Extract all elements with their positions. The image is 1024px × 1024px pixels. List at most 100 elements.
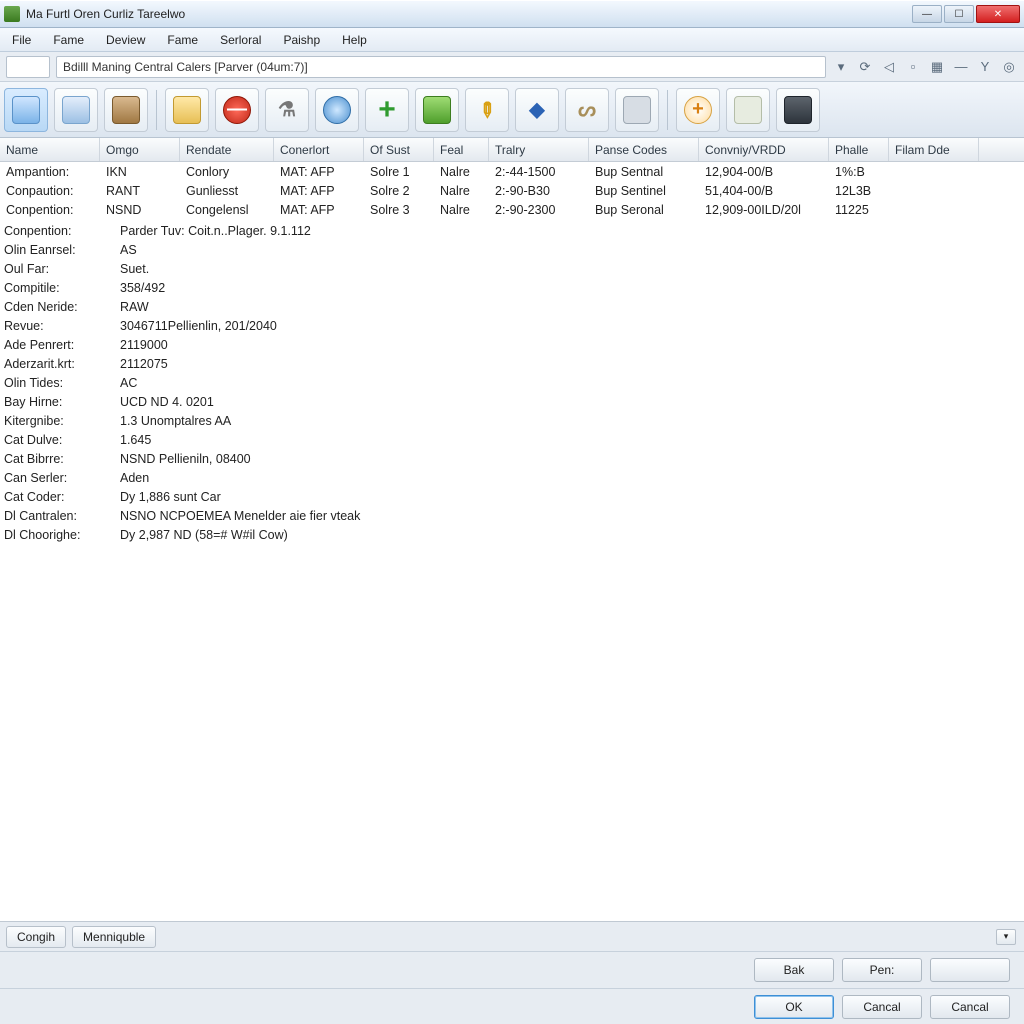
property-value: Suet. (110, 262, 149, 276)
cancal-button[interactable]: Cancal (842, 995, 922, 1019)
property-key: Cat Dulve: (0, 433, 110, 447)
tool-flask[interactable]: ⚗ (265, 88, 309, 132)
table-cell: MAT: AFP (274, 203, 364, 217)
property-row: Cat Bibrre:NSND Pellieniln, 08400 (0, 449, 1024, 468)
property-value: 358/492 (110, 281, 165, 295)
column-header[interactable]: Omgo (100, 138, 180, 161)
menu-fame[interactable]: Fame (157, 31, 208, 49)
filter-icon[interactable]: Y (976, 58, 994, 76)
close-button[interactable]: ✕ (976, 5, 1020, 23)
button-row-2: OK Cancal Cancal (0, 988, 1024, 1024)
property-value: 2112075 (110, 357, 168, 371)
column-header[interactable]: Conerlort (274, 138, 364, 161)
tool-addcircle[interactable]: + (676, 88, 720, 132)
column-header[interactable]: Name (0, 138, 100, 161)
table-cell: MAT: AFP (274, 165, 364, 179)
address-input[interactable] (56, 56, 826, 78)
grid-icon[interactable]: ▦ (928, 58, 946, 76)
line-icon[interactable]: — (952, 58, 970, 76)
column-header[interactable]: Phalle (829, 138, 889, 161)
table-cell: 51,404-00/B (699, 184, 829, 198)
address-bar: ▾ ⟳ ◁ ▫ ▦ — Y ◎ (0, 52, 1024, 82)
property-key: Dl Choorighe: (0, 528, 110, 542)
property-value: 3046711Pellienlin, 201/2040 (110, 319, 277, 333)
table-cell: Congelensl (180, 203, 274, 217)
table-cell: 2:-90-2300 (489, 203, 589, 217)
back-icon[interactable]: ◁ (880, 58, 898, 76)
table-row[interactable]: Ampantion:IKNConloryMAT: AFPSolre 1Nalre… (0, 162, 1024, 181)
property-row: Kitergnibe:1.3 Unomptalres AA (0, 411, 1024, 430)
menu-fame[interactable]: Fame (43, 31, 94, 49)
column-header[interactable]: Feal (434, 138, 489, 161)
column-header[interactable]: Filam Dde (889, 138, 979, 161)
tool-page[interactable] (726, 88, 770, 132)
table-cell: Bup Sentnal (589, 165, 699, 179)
column-header[interactable]: Tralry (489, 138, 589, 161)
table-cell: Conpention: (0, 203, 100, 217)
property-key: Oul Far: (0, 262, 110, 276)
property-key: Kitergnibe: (0, 414, 110, 428)
tool-pencil[interactable]: ✎ (465, 88, 509, 132)
property-key: Cden Neride: (0, 300, 110, 314)
content-area: NameOmgoRendateConerlortOf SustFealTralr… (0, 138, 1024, 922)
table-cell: 2:-90-B30 (489, 184, 589, 198)
property-value: AS (110, 243, 137, 257)
pen:-button[interactable]: Pen: (842, 958, 922, 982)
property-value: 2119000 (110, 338, 168, 352)
tool-pin[interactable]: ◆ (515, 88, 559, 132)
property-value: UCD ND 4. 0201 (110, 395, 214, 409)
bottom-tab[interactable]: Congih (6, 926, 66, 948)
property-row: Compitile:358/492 (0, 278, 1024, 297)
tool-doc[interactable] (4, 88, 48, 132)
menu-paishp[interactable]: Paishp (273, 31, 330, 49)
column-header[interactable]: Convniy/VRDD (699, 138, 829, 161)
tool-rect[interactable] (615, 88, 659, 132)
tool-globe[interactable] (315, 88, 359, 132)
disabled-button (930, 958, 1010, 982)
menu-file[interactable]: File (2, 31, 41, 49)
table-cell: 11225 (829, 203, 889, 217)
menu-help[interactable]: Help (332, 31, 377, 49)
ok-button[interactable]: OK (754, 995, 834, 1019)
property-key: Ade Penrert: (0, 338, 110, 352)
table-cell: NSND (100, 203, 180, 217)
table-cell: 12,904-00/B (699, 165, 829, 179)
table-cell: Nalre (434, 203, 489, 217)
tool-save[interactable] (776, 88, 820, 132)
grid-body: Ampantion:IKNConloryMAT: AFPSolre 1Nalre… (0, 162, 1024, 219)
table-row[interactable]: Conpention:NSNDCongelenslMAT: AFPSolre 3… (0, 200, 1024, 219)
tool-stop[interactable]: — (215, 88, 259, 132)
maximize-button[interactable]: ☐ (944, 5, 974, 23)
stop-icon[interactable]: ▫ (904, 58, 922, 76)
table-cell: Bup Sentinel (589, 184, 699, 198)
tool-lasso[interactable]: ᔕ (565, 88, 609, 132)
menu-serloral[interactable]: Serloral (210, 31, 271, 49)
tool-folder[interactable] (165, 88, 209, 132)
app-icon (4, 6, 20, 22)
expand-button[interactable]: ▾ (996, 929, 1016, 945)
tool-docalt[interactable] (54, 88, 98, 132)
property-row: Dl Cantralen:NSNO NCPOEMEA Menelder aie … (0, 506, 1024, 525)
column-header[interactable]: Panse Codes (589, 138, 699, 161)
column-header[interactable]: Rendate (180, 138, 274, 161)
tool-bag[interactable] (415, 88, 459, 132)
property-key: Conpention: (0, 224, 110, 238)
address-scheme-dropdown[interactable] (6, 56, 50, 78)
table-cell: Solre 1 (364, 165, 434, 179)
property-key: Cat Bibrre: (0, 452, 110, 466)
bak-button[interactable]: Bak (754, 958, 834, 982)
property-key: Olin Tides: (0, 376, 110, 390)
dropdown-icon[interactable]: ▾ (832, 58, 850, 76)
minimize-button[interactable]: — (912, 5, 942, 23)
cancal-button[interactable]: Cancal (930, 995, 1010, 1019)
bottom-tab[interactable]: Menniquble (72, 926, 156, 948)
menu-deview[interactable]: Deview (96, 31, 155, 49)
property-value: Parder Tuv: Coit.n..Plager. 9.1.112 (110, 224, 311, 238)
tool-plus[interactable]: + (365, 88, 409, 132)
table-row[interactable]: Conpaution:RANTGunliesstMAT: AFPSolre 2N… (0, 181, 1024, 200)
tool-box[interactable] (104, 88, 148, 132)
table-cell: 12L3B (829, 184, 889, 198)
refresh-icon[interactable]: ⟳ (856, 58, 874, 76)
target-icon[interactable]: ◎ (1000, 58, 1018, 76)
column-header[interactable]: Of Sust (364, 138, 434, 161)
